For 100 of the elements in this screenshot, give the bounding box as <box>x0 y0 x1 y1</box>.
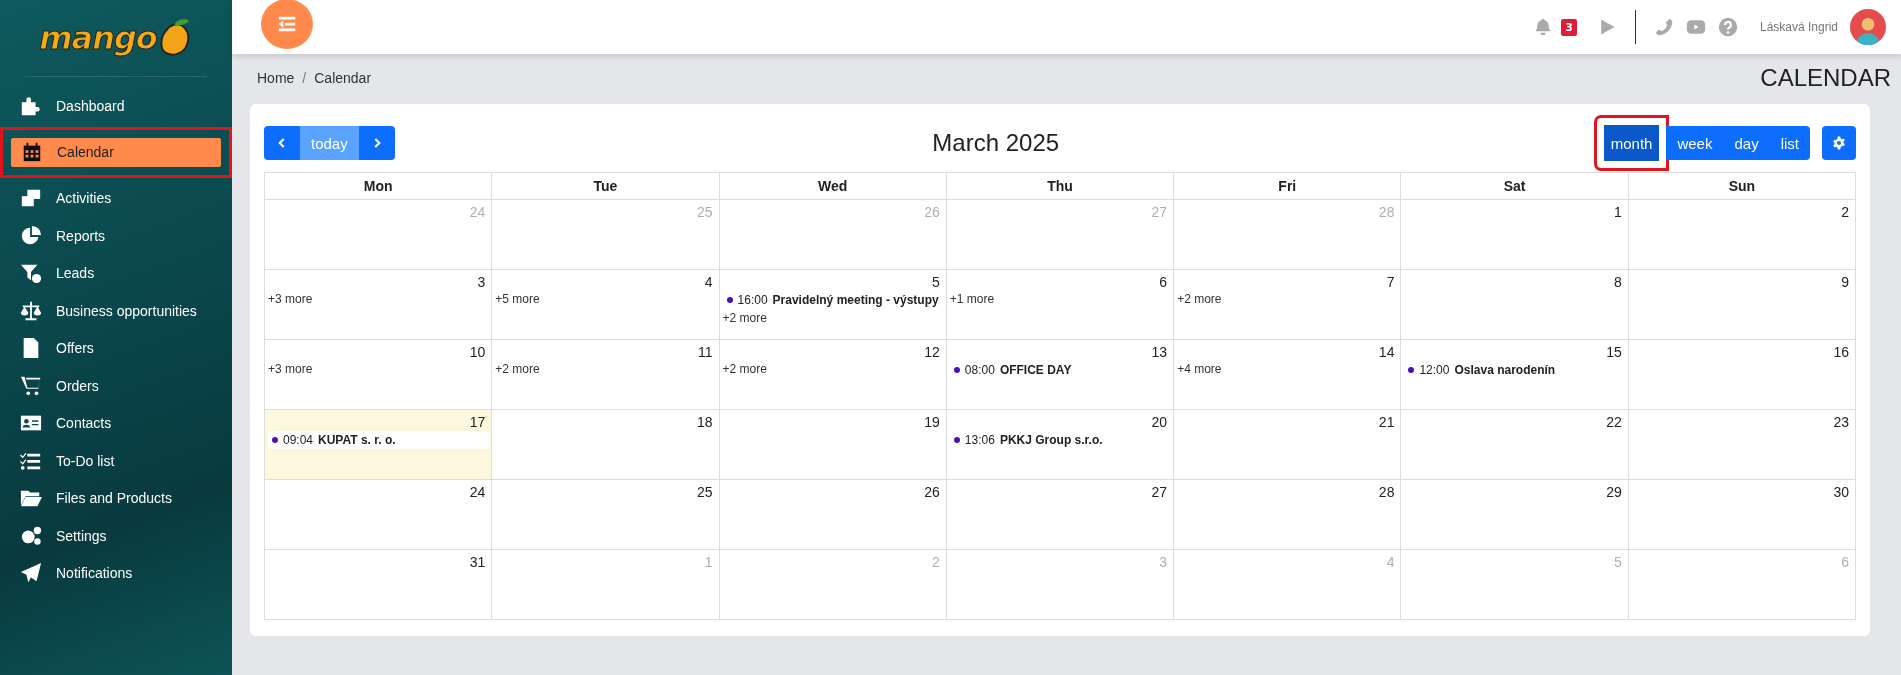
more-link[interactable]: +2 more <box>1174 290 1225 308</box>
day-number[interactable]: 26 <box>924 480 946 500</box>
phone-icon <box>1653 17 1674 37</box>
day-number[interactable]: 22 <box>1606 410 1628 430</box>
help-icon <box>1717 17 1738 37</box>
sidebar-item[interactable]: Files and Products <box>0 479 232 517</box>
event-dot <box>953 437 960 443</box>
more-link[interactable]: +5 more <box>492 290 543 308</box>
calendar-event[interactable]: 12:00 Oslava narodenín <box>1404 361 1560 379</box>
next-button[interactable] <box>358 126 395 160</box>
calendar-event[interactable]: 13:06 PKKJ Group s.r.o. <box>949 431 1107 449</box>
day-number[interactable]: 18 <box>697 410 719 430</box>
weekday-header: Fri <box>1174 173 1402 200</box>
day-number[interactable]: 11 <box>698 340 719 360</box>
sidebar-item[interactable]: Notifications <box>0 554 232 592</box>
day-number[interactable]: 16 <box>1833 340 1855 360</box>
logo-text: mango <box>39 19 157 57</box>
more-link[interactable]: +2 more <box>719 360 770 378</box>
day-number[interactable]: 17 <box>469 410 492 430</box>
calendar-icon <box>21 141 43 163</box>
page-title: CALENDAR <box>1760 64 1891 92</box>
day-number[interactable]: 10 <box>469 340 492 360</box>
day-number[interactable]: 31 <box>469 550 492 570</box>
day-number[interactable]: 13 <box>1151 340 1174 360</box>
event-time: 16:00 <box>737 293 768 307</box>
sidebar-item[interactable]: Orders <box>0 367 232 405</box>
more-link[interactable]: +3 more <box>265 290 316 308</box>
sidebar-item[interactable]: Business opportunities <box>0 292 232 330</box>
event-dot <box>272 437 278 443</box>
sidebar-item[interactable]: Leads <box>0 254 232 292</box>
day-number[interactable]: 30 <box>1833 480 1855 500</box>
pie-chart-icon <box>20 224 42 247</box>
day-number[interactable]: 3 <box>477 270 492 290</box>
day-number[interactable]: 5 <box>932 270 946 290</box>
event-dot <box>726 297 733 303</box>
view-button[interactable]: week <box>1666 126 1724 160</box>
video-play-icon <box>1685 17 1706 37</box>
scales-icon <box>20 299 42 322</box>
day-number[interactable]: 6 <box>1159 270 1174 290</box>
sidebar-item[interactable]: Dashboard <box>0 87 232 125</box>
user-name[interactable]: Láskavá Ingrid <box>1759 20 1838 34</box>
weekday-header: Sat <box>1401 173 1629 200</box>
day-number[interactable]: 29 <box>1606 480 1628 500</box>
funnel-icon <box>20 262 42 285</box>
view-button[interactable]: month <box>1596 118 1667 168</box>
view-button[interactable]: day <box>1723 126 1770 160</box>
more-link[interactable]: +4 more <box>1174 360 1225 378</box>
paper-plane-icon <box>20 562 42 585</box>
day-number[interactable]: 7 <box>1386 270 1401 290</box>
sidebar-item[interactable]: Calendar <box>11 137 221 167</box>
day-number[interactable]: 14 <box>1378 340 1401 360</box>
sidebar-item[interactable]: To-Do list <box>0 442 232 480</box>
event-title: Pravidelný meeting - výstupy <box>772 293 939 307</box>
day-number[interactable]: 12 <box>924 340 946 360</box>
more-link[interactable]: +2 more <box>719 309 770 327</box>
settings-button[interactable] <box>1822 126 1856 160</box>
event-title: OFFICE DAY <box>999 363 1072 377</box>
day-number[interactable]: 15 <box>1606 340 1628 360</box>
event-dot <box>953 367 960 373</box>
calendar-event[interactable]: 16:00 Pravidelný meeting - výstupy <box>722 291 943 309</box>
menu-toggle-button[interactable] <box>261 0 313 49</box>
breadcrumb-link[interactable]: Home <box>257 70 295 86</box>
more-link[interactable]: +1 more <box>946 290 998 308</box>
more-link[interactable]: +2 more <box>492 360 543 378</box>
sidebar-item[interactable]: Activities <box>0 179 232 217</box>
day-number[interactable]: 8 <box>1613 270 1628 290</box>
sidebar-item[interactable]: Contacts <box>0 404 232 442</box>
day-number[interactable]: 1 <box>1613 200 1628 220</box>
event-title: PKKJ Group s.r.o. <box>999 433 1103 447</box>
weekday-header: Sun <box>1628 173 1856 200</box>
calendar-title: March 2025 <box>932 129 1060 157</box>
avatar-icon <box>1850 9 1886 45</box>
day-number[interactable]: 21 <box>1378 410 1401 430</box>
event-title: Oslava narodenín <box>1454 363 1556 377</box>
weekday-header: Wed <box>719 173 947 200</box>
previous-button[interactable] <box>264 126 300 160</box>
day-number[interactable]: 20 <box>1151 410 1174 430</box>
day-number[interactable]: 28 <box>1378 480 1401 500</box>
weekday-header: Tue <box>492 173 720 200</box>
sidebar-item[interactable]: Offers <box>0 329 232 367</box>
day-number[interactable]: 25 <box>697 480 719 500</box>
breadcrumb-link[interactable]: Calendar <box>314 70 372 86</box>
day-number[interactable]: 9 <box>1841 270 1855 290</box>
day-number[interactable]: 4 <box>704 270 719 290</box>
sidebar-item[interactable]: Reports <box>0 217 232 255</box>
view-button[interactable]: list <box>1769 126 1810 160</box>
day-number[interactable]: 19 <box>924 410 946 430</box>
event-time: 12:00 <box>1419 363 1450 377</box>
weekday-header: Thu <box>946 173 1175 200</box>
day-number[interactable]: 27 <box>1151 480 1174 500</box>
puzzle-icon <box>20 94 42 117</box>
day-number[interactable]: 2 <box>1841 200 1855 220</box>
calendar-event[interactable]: 09:04 KUPAT s. r. o. <box>268 431 490 449</box>
day-number[interactable]: 23 <box>1833 410 1855 430</box>
cart-icon <box>20 374 42 397</box>
day-number[interactable]: 24 <box>469 480 492 500</box>
sidebar-item[interactable]: Settings <box>0 517 232 555</box>
more-link[interactable]: +3 more <box>265 360 316 378</box>
calendar-event[interactable]: 08:00 OFFICE DAY <box>949 361 1076 379</box>
weekday-header: Mon <box>265 173 493 200</box>
